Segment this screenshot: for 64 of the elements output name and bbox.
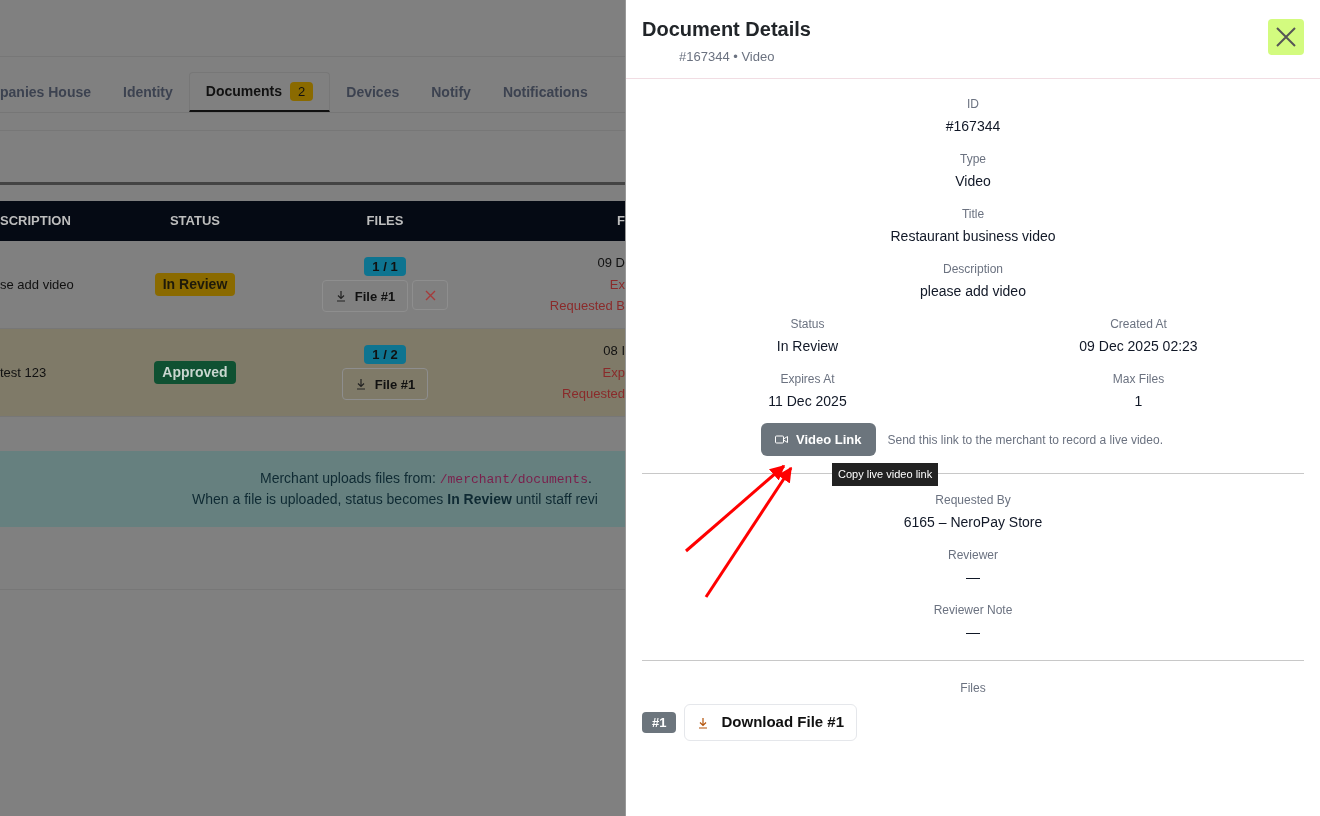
video-link-button[interactable]: Video Link bbox=[761, 423, 876, 456]
close-button[interactable] bbox=[1268, 19, 1304, 55]
info-text: When a file is uploaded, status becomes In Review until staff revi bbox=[192, 490, 598, 510]
field-value: 11 Dec 2025 bbox=[768, 392, 847, 411]
field-label: Description bbox=[943, 261, 1003, 278]
tab[interactable]: panies House bbox=[0, 72, 108, 112]
table-cell-text: Requested bbox=[562, 385, 625, 404]
table-cell-text: Ex bbox=[609, 275, 625, 294]
table-cell-text: Exp bbox=[602, 363, 625, 382]
field-value: — bbox=[966, 623, 980, 642]
file-button[interactable]: File #1 bbox=[341, 368, 429, 401]
field-value: #167344 bbox=[945, 117, 1001, 136]
close-icon bbox=[424, 289, 436, 301]
table-cell-text: 08 I bbox=[603, 342, 625, 361]
tab[interactable]: Documents 2 bbox=[188, 72, 331, 112]
file-count-badge: 1 / 1 bbox=[364, 256, 406, 277]
table-cell-text: Requested B bbox=[549, 297, 625, 316]
table-cell-text: 09 D bbox=[597, 254, 625, 273]
panel-subtitle: #167344 • Video bbox=[679, 48, 776, 66]
field-label: Created At bbox=[1110, 316, 1167, 333]
section-label: Files bbox=[960, 680, 986, 697]
field-value: Video bbox=[955, 172, 991, 191]
download-icon bbox=[354, 378, 367, 391]
field-value: please add video bbox=[920, 282, 1026, 301]
field-label: Reviewer bbox=[948, 547, 998, 564]
table-cell-text: se add video bbox=[0, 275, 75, 294]
tab[interactable]: Notifications bbox=[486, 72, 604, 112]
file-count-badge: 1 / 2 bbox=[364, 344, 406, 365]
field-label: Title bbox=[961, 206, 985, 223]
column-header: FILES bbox=[366, 212, 404, 231]
tab[interactable]: Notify bbox=[415, 72, 487, 112]
field-label: Requested By bbox=[935, 492, 1011, 509]
status-badge: In Review bbox=[154, 273, 236, 296]
video-camera-icon bbox=[775, 435, 788, 444]
field-label: Type bbox=[960, 151, 986, 168]
file-number-badge: #1 bbox=[642, 711, 677, 734]
count-badge: 2 bbox=[290, 81, 314, 102]
tab[interactable]: Identity bbox=[107, 72, 189, 112]
column-header: F bbox=[617, 212, 625, 231]
tab[interactable]: Devices bbox=[330, 72, 416, 112]
download-icon bbox=[334, 290, 347, 303]
tooltip: Copy live video link bbox=[832, 463, 939, 486]
field-value: 1 bbox=[1134, 392, 1143, 411]
column-header: SCRIPTION bbox=[0, 212, 72, 231]
field-label: Expires At bbox=[780, 371, 835, 388]
table-cell-text: test 123 bbox=[0, 363, 48, 382]
column-header: STATUS bbox=[169, 212, 221, 231]
field-label: Max Files bbox=[1112, 371, 1165, 388]
field-label: ID bbox=[967, 96, 979, 113]
download-icon bbox=[697, 716, 710, 729]
field-value: — bbox=[966, 568, 980, 587]
info-text: Merchant uploads files from: /merchant/documents. bbox=[260, 468, 592, 489]
field-value: 6165 – NeroPay Store bbox=[903, 513, 1043, 532]
panel-title: Document Details bbox=[642, 17, 811, 42]
field-value: In Review bbox=[776, 337, 839, 356]
download-button[interactable]: Download File #1 bbox=[684, 704, 857, 741]
field-label: Status bbox=[790, 316, 825, 333]
file-button[interactable]: File #1 bbox=[321, 280, 409, 313]
hint-text: Send this link to the merchant to record a live video. bbox=[887, 431, 1163, 449]
close-icon bbox=[1276, 27, 1296, 47]
field-label: Reviewer Note bbox=[933, 602, 1013, 619]
field-value: 09 Dec 2025 02:23 bbox=[1079, 337, 1198, 356]
field-value: Restaurant business video bbox=[890, 227, 1056, 246]
status-badge: Approved bbox=[154, 361, 236, 384]
